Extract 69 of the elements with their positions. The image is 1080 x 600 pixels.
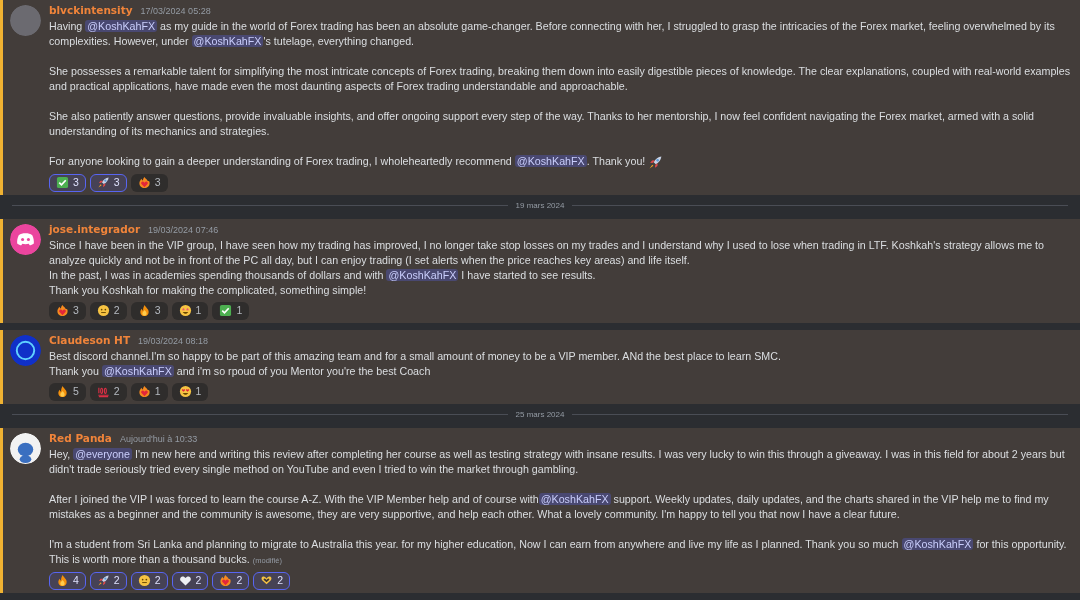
user-mention[interactable]: @everyone	[73, 447, 132, 460]
timestamp: 19/03/2024 07:46	[148, 223, 219, 237]
user-mention[interactable]: @KoshKahFX	[514, 155, 587, 167]
flaming-heart-icon	[219, 574, 233, 588]
username[interactable]: Red Panda	[49, 429, 112, 446]
timestamp: 17/03/2024 05:28	[140, 5, 211, 18]
flame-icon	[56, 385, 69, 399]
smiley-face-icon	[137, 574, 151, 588]
flaming-heart-icon	[56, 304, 69, 318]
hundred-points-icon	[96, 385, 110, 399]
user-mention[interactable]: @KoshKahFX	[101, 364, 174, 377]
reaction-button[interactable]: 3	[130, 301, 168, 320]
reaction-button[interactable]: 3	[49, 301, 86, 320]
message-text: Hey, @everyone I'm new here and writing this review after completing her course as well as testing strategy with insane results. I was very lucky to win this through a giveaway. I was in this field for about 2 years but didn't trade seriously tried every single method on YouTube and even I tried to win the market through gambling.	[49, 446, 1066, 477]
username[interactable]: Claudeson HT	[49, 331, 131, 348]
message-text: Best discord channel.I'm so happy to be part of this amazing team and for a small amount of money to be a VIP member. ANd the best place to learn SMC.	[49, 348, 782, 364]
user-mention[interactable]: @KoshKahFX	[901, 537, 974, 550]
heart-icon	[178, 574, 192, 588]
message-text: Having @KoshKahFX as my guide in the world of Forex trading has been an absolute game-changer. Before connecting with her, I struggled to grasp the intricacies of the Forex market, feeling overwhelmed by its complexities. However, under @KoshKahFX 's tutelage, everything changed.	[49, 19, 1056, 49]
date-divider-label: 19 mars 2024	[515, 199, 565, 212]
check-icon	[219, 304, 233, 318]
reaction-button[interactable]: 2	[212, 571, 250, 590]
check-icon	[56, 176, 69, 190]
avatar-logo-placeholder[interactable]	[10, 334, 41, 366]
username[interactable]: blvckintensity	[49, 2, 133, 18]
default-avatar-icon[interactable]	[10, 223, 41, 255]
message-text: She also patiently answer questions, provide invaluable insights, and offer ongoing support every step of the way. Thanks to her mentorship, I now feel confident navigating the Forex market, armed with a solid understanding of its mechanics and strategies.	[49, 109, 1035, 139]
reaction-button[interactable]: 1	[171, 301, 209, 320]
star-eyed-face-icon	[178, 304, 192, 318]
reaction-button[interactable]: 1	[130, 382, 168, 401]
user-mention[interactable]: @KoshKahFX	[538, 492, 611, 505]
smiley-face-icon	[96, 304, 110, 318]
reaction-button[interactable]: 2	[89, 301, 127, 320]
reaction-button[interactable]: 2	[89, 382, 127, 401]
reaction-button[interactable]: 2	[89, 571, 127, 590]
flaming-heart-icon	[137, 385, 151, 399]
reaction-button[interactable]: 3	[49, 173, 86, 192]
flaming-heart-icon	[137, 176, 151, 190]
rocket-icon	[648, 154, 664, 170]
reaction-button[interactable]: 3	[89, 173, 127, 192]
flame-icon	[56, 574, 69, 588]
reaction-button[interactable]: 2	[171, 571, 209, 590]
avatar-cartoon-placeholder[interactable]	[10, 432, 41, 464]
message-text: Since I have been in the VIP group, I have seen how my trading has improved, I no longer take stop losses on my trades and I understand why I used to lose when trading in LTF. Koshkah's strategy allows me to analyze quickly and not be in front of the PC all day, but I can enjoy trading (I set alerts when the price reaches key areas) and life itself.	[49, 237, 1045, 268]
reaction-button[interactable]: 2	[130, 571, 168, 590]
message-text: After I joined the VIP I was forced to learn the course A-Z. With the VIP Member help and of course with @KoshKahFX support. Weekly updates, daily updates, and the charts shared in the VIP help me to find my mistakes as a beginner and the community is awesome, they are very supportive, and help each other. What a lovely community. I'm happy to tell you that now I have a clear future.	[49, 491, 1050, 522]
message-text: Thank you @KoshKahFX and i'm so rpoud of you Mentor you're the best Coach	[49, 363, 432, 379]
reaction-button[interactable]: 1	[171, 382, 209, 401]
date-divider-label: 25 mars 2024	[515, 408, 565, 421]
user-mention[interactable]: @KoshKahFX	[85, 20, 158, 32]
message-text: Thank you Koshkah for making the complicated, something simple!	[49, 282, 368, 298]
heart-eyed-face-icon	[178, 385, 192, 399]
user-mention[interactable]: @KoshKahFX	[191, 35, 264, 47]
rocket-icon	[96, 574, 110, 588]
message-text: In the past, I was in academies spending thousands of dollars and with @KoshKahFX I have started to see results.	[49, 267, 597, 283]
rocket-icon	[96, 176, 110, 190]
username[interactable]: jose.integrador	[49, 220, 141, 237]
reaction-button[interactable]: 5	[49, 382, 86, 401]
user-mention[interactable]: @KoshKahFX	[386, 268, 459, 281]
message-text: For anyone looking to gain a deeper understanding of Forex trading, I wholeheartedly recommend @KoshKahFX . Thank you!	[49, 154, 1070, 170]
timestamp: Aujourd'hui à 10:33	[119, 432, 198, 446]
reaction-button[interactable]: 1	[212, 301, 250, 320]
reaction-button[interactable]: 2	[253, 571, 291, 590]
flame-icon	[137, 304, 151, 318]
message-text: I'm a student from Sri Lanka and planning to migrate to Australia this year. for my higher education, Now I can earn from anywhere and live my life as I planned. Thank you so much @KoshKahFX for this opportunity.	[49, 536, 1068, 552]
message-text: She possesses a remarkable talent for simplifying the most intricate concepts of Forex trading, breaking them down into easily digestible pieces of knowledge. The clear explanations, coupled with real-world examples and practical applications, have made even the most daunting aspects of Forex trading understandable and approachable.	[49, 64, 1070, 94]
timestamp: 19/03/2024 08:18	[138, 334, 209, 348]
reaction-button[interactable]: 4	[49, 571, 86, 590]
reaction-button[interactable]: 3	[130, 173, 168, 192]
